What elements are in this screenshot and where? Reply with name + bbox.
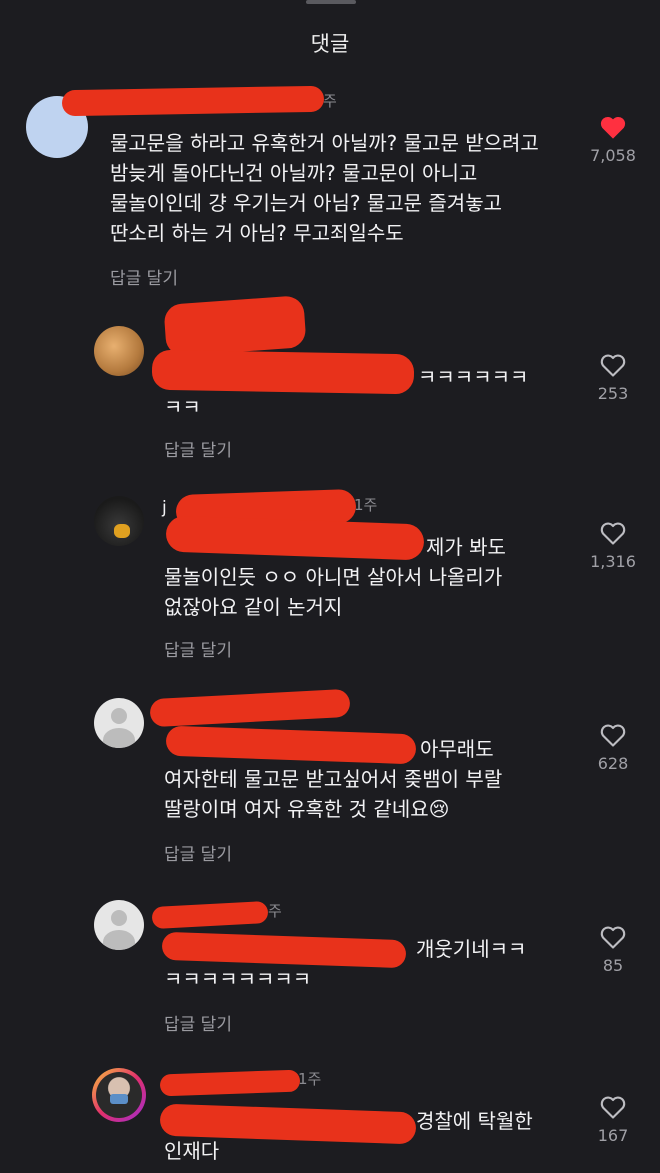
like-button[interactable]: 167 xyxy=(573,1094,653,1145)
avatar[interactable] xyxy=(94,900,144,950)
reply-button[interactable]: 답글 달기 xyxy=(164,636,232,661)
redaction-username xyxy=(149,688,351,728)
avatar[interactable] xyxy=(94,496,144,546)
comment-time: 주 xyxy=(268,902,282,920)
like-count: 628 xyxy=(597,754,629,773)
avatar-body xyxy=(103,728,135,748)
like-button[interactable]: 253 xyxy=(573,352,653,403)
sheet-grabber[interactable] xyxy=(306,0,356,4)
like-button[interactable]: 85 xyxy=(573,924,653,975)
heart-outline-icon xyxy=(600,724,626,747)
comment-text: 경찰에 탁월한 인재다 xyxy=(164,1109,533,1163)
comment-time: 1주 xyxy=(298,1070,322,1088)
avatar-body xyxy=(103,930,135,950)
reply-button[interactable]: 답글 달기 xyxy=(164,840,232,865)
like-count: 1,316 xyxy=(590,552,636,571)
heart-outline-icon xyxy=(600,354,626,377)
comment-text: 아무래도 여자한테 물고문 받고싶어서 좆뱀이 부랄 딸랑이며 여자 유혹한 것… xyxy=(164,737,503,821)
like-count: 253 xyxy=(597,384,629,403)
avatar[interactable] xyxy=(94,326,144,376)
comment-text: 개웃기네ㅋㅋ ㅋㅋㅋㅋㅋㅋㅋㅋ xyxy=(164,937,527,991)
reply-button[interactable]: 답글 달기 xyxy=(164,436,232,461)
comment-text: 물고문을 하라고 유혹한거 아닐까? 물고문 받으려고 밤늦게 돌아다닌건 아닐… xyxy=(110,131,539,245)
avatar[interactable] xyxy=(94,698,144,748)
avatar-head xyxy=(111,708,127,724)
avatar[interactable] xyxy=(92,1068,146,1122)
comment-time: 주 xyxy=(323,92,337,110)
redaction-username xyxy=(159,1069,301,1097)
heart-outline-icon xyxy=(600,522,626,545)
avatar-mask xyxy=(110,1094,128,1104)
like-count: 167 xyxy=(597,1126,629,1145)
redaction-username xyxy=(61,85,325,117)
like-count: 85 xyxy=(602,956,624,975)
heart-filled-icon xyxy=(600,116,626,139)
redaction-username xyxy=(151,900,269,930)
avatar-accent xyxy=(114,524,130,538)
comment-time: 1주 xyxy=(354,496,378,514)
like-count: 7,058 xyxy=(590,146,636,165)
reply-button[interactable]: 답글 달기 xyxy=(164,1010,232,1035)
comment-text: 제가 봐도 물놀이인듯 ㅇㅇ 아니면 살아서 나올리가 없잖아요 같이 논거지 xyxy=(164,535,506,619)
redaction-username xyxy=(163,295,307,357)
comment-text: ㅋㅋㅋㅋㅋㅋ ㅋㅋ xyxy=(164,365,529,419)
page-title: 댓글 xyxy=(310,32,350,56)
comment-name-prefix: j xyxy=(162,498,167,518)
like-button[interactable]: 1,316 xyxy=(573,520,653,571)
reply-button[interactable]: 답글 달기 xyxy=(110,264,178,289)
heart-outline-icon xyxy=(600,1096,626,1119)
heart-outline-icon xyxy=(600,926,626,949)
like-button[interactable]: 628 xyxy=(573,722,653,773)
avatar-photo xyxy=(96,1072,142,1118)
avatar-head xyxy=(111,910,127,926)
like-button[interactable]: 7,058 xyxy=(573,114,653,165)
